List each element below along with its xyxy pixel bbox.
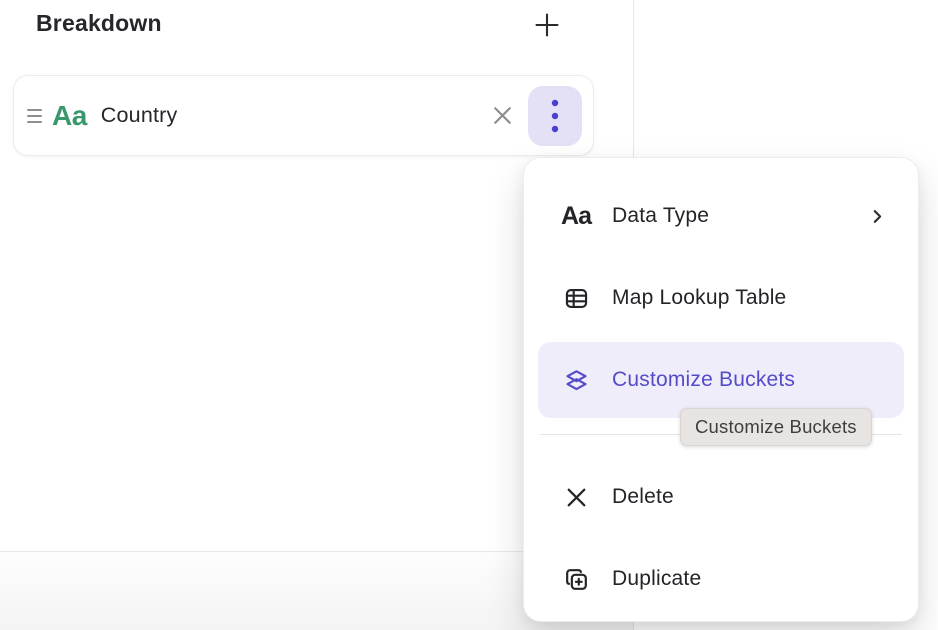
remove-field-button[interactable] xyxy=(485,99,519,133)
text-type-icon: Aa xyxy=(52,102,87,130)
menu-item-delete[interactable]: Delete xyxy=(538,459,904,535)
menu-item-map-lookup-table[interactable]: Map Lookup Table xyxy=(538,260,904,336)
menu-item-customize-buckets[interactable]: Customize Buckets xyxy=(538,342,904,418)
text-type-icon: Aa xyxy=(561,204,591,229)
close-icon xyxy=(490,103,515,128)
kebab-menu-icon xyxy=(551,99,559,133)
menu-item-duplicate[interactable]: Duplicate xyxy=(538,541,904,617)
field-label: Country xyxy=(101,103,178,128)
chevron-right-icon xyxy=(869,208,886,225)
stack-icon xyxy=(561,367,591,394)
field-options-button[interactable] xyxy=(528,86,582,146)
menu-item-label: Data Type xyxy=(612,204,709,228)
drag-handle-icon[interactable] xyxy=(24,109,44,123)
add-breakdown-button[interactable] xyxy=(527,5,567,45)
menu-item-label: Map Lookup Table xyxy=(612,286,786,310)
page-title: Breakdown xyxy=(36,10,162,37)
menu-item-label: Duplicate xyxy=(612,567,701,591)
plus-icon xyxy=(533,11,561,39)
field-options-menu: Aa Data Type Map Lookup Table Customize … xyxy=(523,157,919,622)
delete-x-icon xyxy=(561,485,591,510)
table-icon xyxy=(561,285,591,312)
duplicate-icon xyxy=(561,565,591,594)
customize-buckets-tooltip: Customize Buckets xyxy=(680,408,872,446)
menu-item-label: Delete xyxy=(612,485,674,509)
menu-item-data-type[interactable]: Aa Data Type xyxy=(538,178,904,254)
menu-item-label: Customize Buckets xyxy=(612,368,795,392)
breakdown-field-card[interactable]: Aa Country xyxy=(13,75,594,156)
